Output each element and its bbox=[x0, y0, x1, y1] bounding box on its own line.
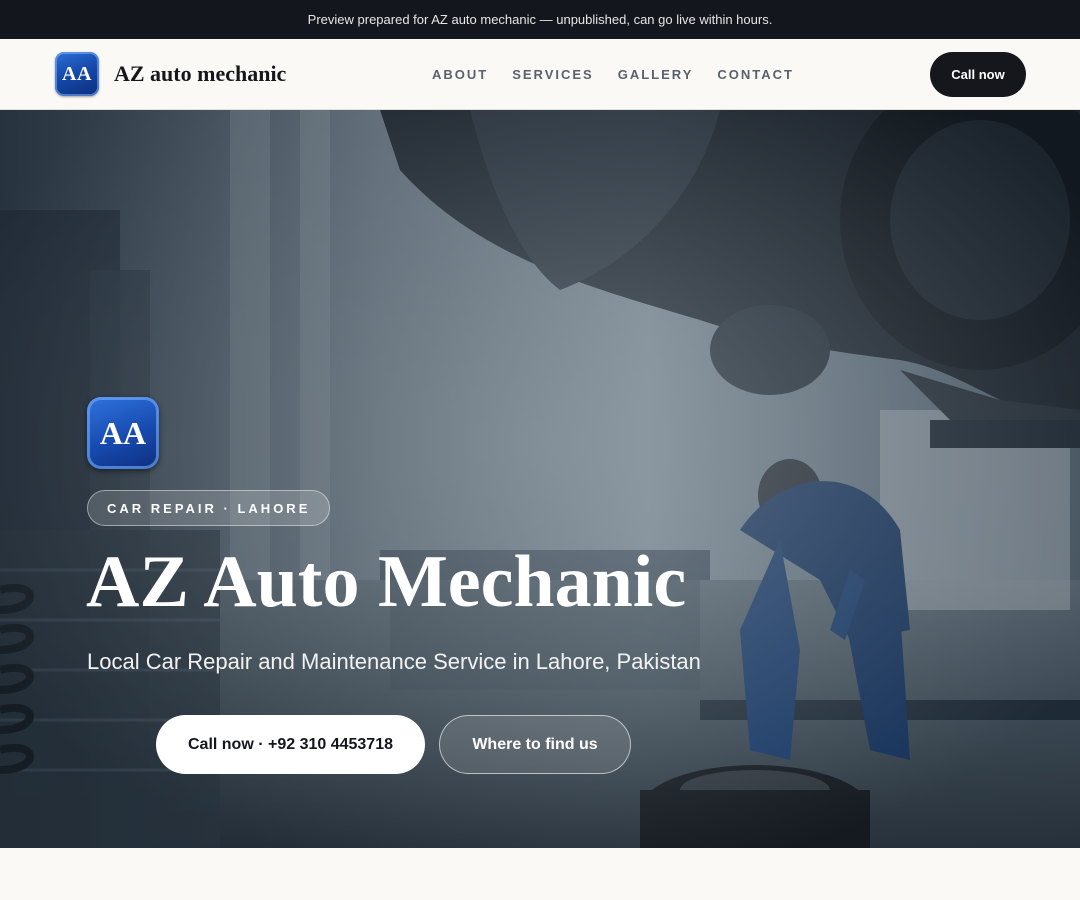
nav-link-about[interactable]: ABOUT bbox=[432, 67, 488, 82]
brand-logo-text: AA bbox=[62, 62, 92, 85]
hero-title: AZ Auto Mechanic bbox=[86, 541, 687, 623]
main-nav: ABOUT SERVICES GALLERY CONTACT bbox=[420, 39, 806, 109]
nav-link-gallery[interactable]: GALLERY bbox=[618, 67, 694, 82]
hero-location-button[interactable]: Where to find us bbox=[439, 715, 631, 774]
hero-subtitle: Local Car Repair and Maintenance Service… bbox=[87, 649, 701, 674]
preview-banner-text: Preview prepared for AZ auto mechanic — … bbox=[307, 12, 773, 27]
nav-link-contact[interactable]: CONTACT bbox=[717, 67, 794, 82]
hero-section: AA CAR REPAIR · LAHORE AZ Auto Mechanic … bbox=[0, 110, 1080, 848]
brand-logo[interactable]: AA bbox=[55, 52, 99, 96]
header-call-button[interactable]: Call now bbox=[930, 52, 1026, 97]
hero-logo: AA bbox=[87, 397, 159, 469]
nav-link-services[interactable]: SERVICES bbox=[512, 67, 594, 82]
preview-banner: Preview prepared for AZ auto mechanic — … bbox=[0, 0, 1080, 39]
site-header: AA AZ auto mechanic ABOUT SERVICES GALLE… bbox=[0, 39, 1080, 110]
brand-name[interactable]: AZ auto mechanic bbox=[114, 61, 286, 87]
hero-category-badge: CAR REPAIR · LAHORE bbox=[87, 490, 331, 526]
hero-logo-text: AA bbox=[99, 414, 147, 451]
hero-call-button[interactable]: Call now · +92 310 4453718 bbox=[156, 715, 425, 774]
next-section bbox=[0, 848, 1080, 900]
